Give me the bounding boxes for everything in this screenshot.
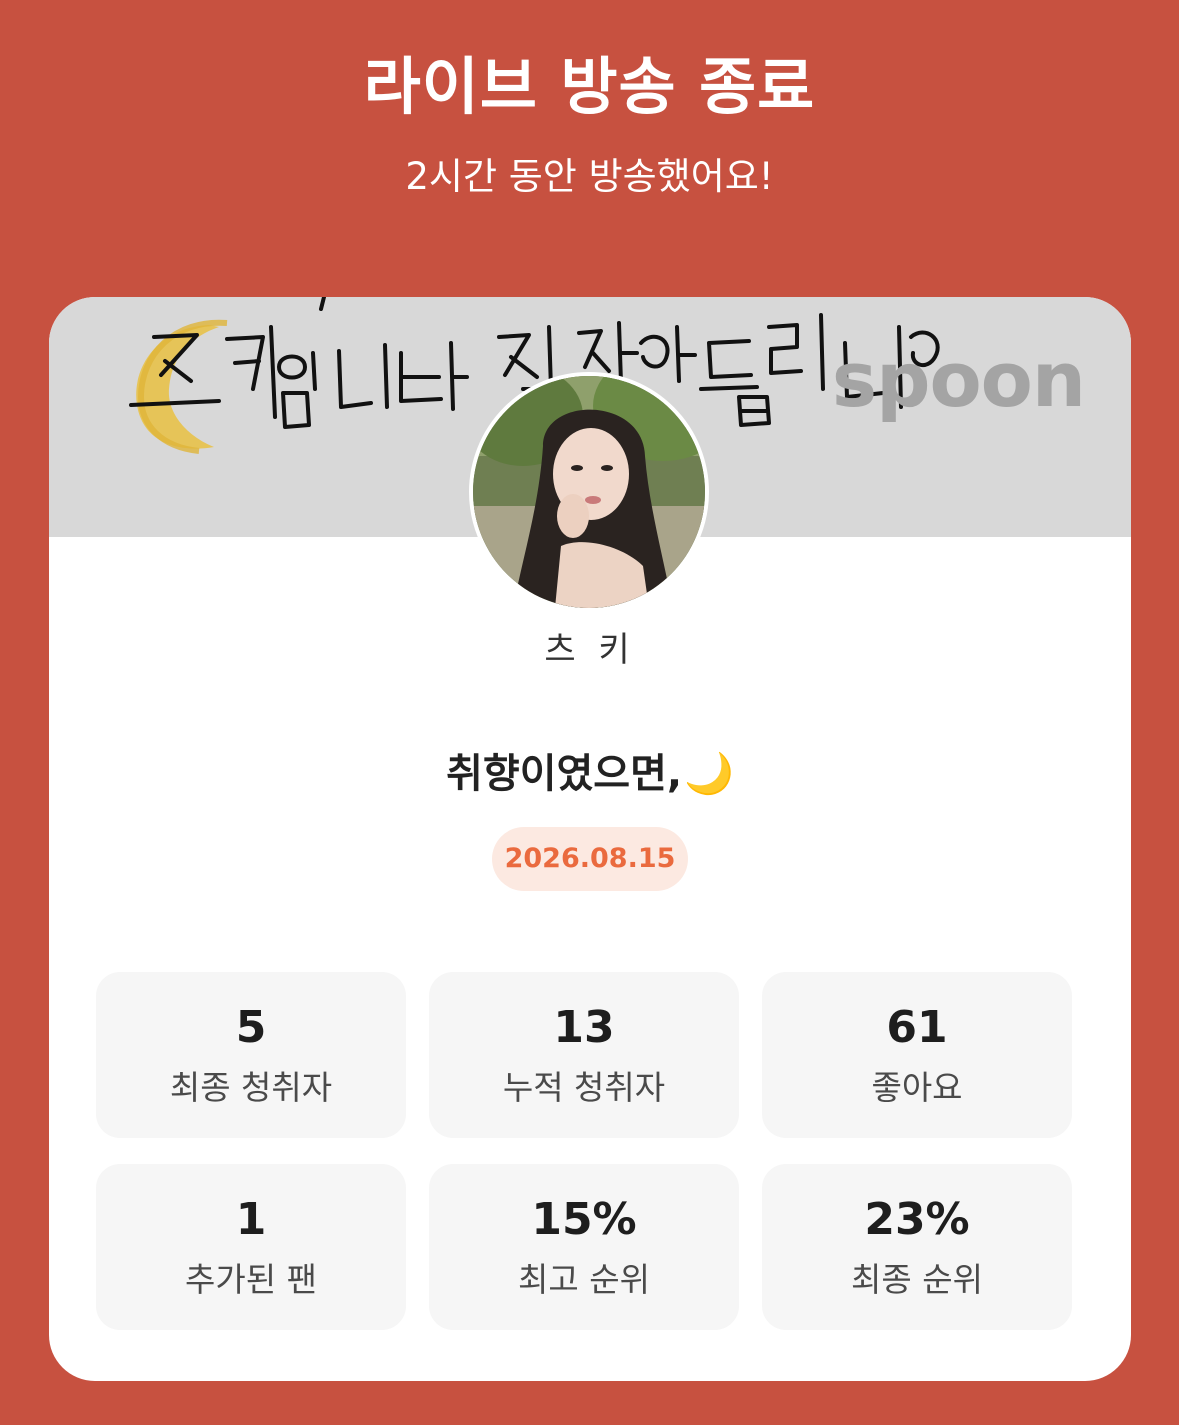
broadcast-date-badge: 2026.08.15 — [492, 827, 688, 891]
stat-label: 누적 청취자 — [502, 1068, 666, 1107]
stat-value: 61 — [886, 1002, 948, 1053]
stat-final-rank: 23% 최종 순위 — [762, 1164, 1072, 1330]
stat-label: 최고 순위 — [518, 1260, 650, 1299]
spoon-logo: spoon — [831, 335, 1086, 424]
stat-label: 최종 청취자 — [169, 1068, 333, 1107]
stat-label: 좋아요 — [871, 1068, 963, 1107]
stat-value: 23% — [864, 1194, 970, 1245]
stat-label: 추가된 팬 — [185, 1260, 317, 1299]
stat-total-listeners: 13 누적 청취자 — [429, 972, 739, 1138]
stat-best-rank: 15% 최고 순위 — [429, 1164, 739, 1330]
broadcast-duration: 2시간 동안 방송했어요! — [405, 155, 774, 198]
stat-value: 13 — [553, 1002, 615, 1053]
broadcast-summary-card: spoon 츠 키 취향이였으면,🌙 2026.08.15 5 최종 청취자 1… — [49, 297, 1131, 1381]
dj-nickname: 츠 키 — [544, 630, 636, 670]
live-title: 취향이였으면,🌙 — [49, 741, 1131, 799]
crescent-moon-icon: 🌙 — [684, 751, 734, 797]
stat-value: 5 — [235, 1002, 267, 1053]
stat-value: 15% — [531, 1194, 637, 1245]
avatar-photo — [473, 376, 705, 608]
stat-label: 최종 순위 — [851, 1260, 983, 1299]
dj-avatar[interactable] — [469, 372, 709, 612]
stat-likes: 61 좋아요 — [762, 972, 1072, 1138]
page-title: 라이브 방송 종료 — [363, 50, 816, 123]
stat-value: 1 — [235, 1194, 267, 1245]
stats-grid: 5 최종 청취자 13 누적 청취자 61 좋아요 1 추가된 팬 15% 최고… — [96, 972, 1073, 1330]
stat-new-fans: 1 추가된 팬 — [96, 1164, 406, 1330]
stat-final-listeners: 5 최종 청취자 — [96, 972, 406, 1138]
live-title-text: 취향이였으면, — [446, 751, 683, 797]
